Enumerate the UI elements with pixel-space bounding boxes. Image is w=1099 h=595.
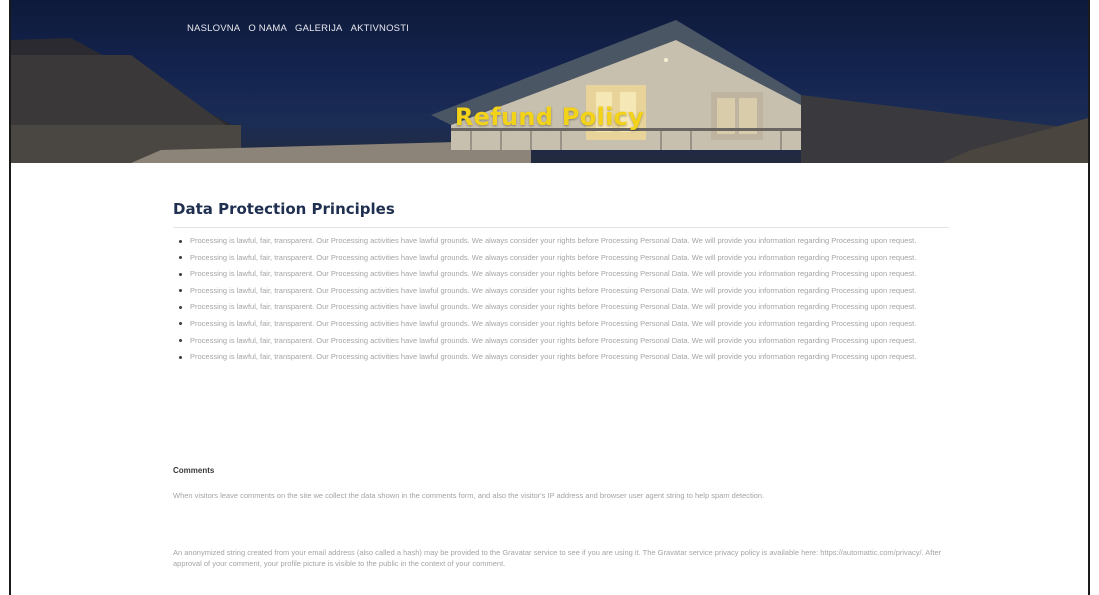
list-item: Processing is lawful, fair, transparent.… — [179, 286, 949, 297]
gravatar-paragraph: An anonymized string created from your e… — [173, 548, 942, 568]
list-item: Processing is lawful, fair, transparent.… — [179, 336, 949, 347]
section-divider — [173, 227, 949, 228]
nav-item-o-nama[interactable]: O NAMA — [248, 23, 287, 34]
nav-item-aktivnosti[interactable]: AKTIVNOSTI — [351, 23, 409, 34]
page-title: Refund Policy — [454, 103, 645, 132]
section-title: Data Protection Principles — [173, 200, 395, 218]
nav-item-naslovna[interactable]: NASLOVNA — [187, 23, 240, 34]
principles-list: Processing is lawful, fair, transparent.… — [173, 236, 949, 363]
main-content: Data Protection Principles Processing is… — [173, 200, 949, 369]
list-item: Processing is lawful, fair, transparent.… — [179, 352, 949, 363]
list-item: Processing is lawful, fair, transparent.… — [179, 319, 949, 330]
list-item: Processing is lawful, fair, transparent.… — [179, 302, 949, 313]
list-item: Processing is lawful, fair, transparent.… — [179, 269, 949, 280]
comments-heading: Comments — [173, 466, 215, 475]
nav-item-galerija[interactable]: GALERIJA — [295, 23, 343, 34]
hero-background-image — [11, 20, 1088, 163]
list-item: Processing is lawful, fair, transparent.… — [179, 236, 949, 247]
list-item: Processing is lawful, fair, transparent.… — [179, 253, 949, 264]
comments-paragraph: When visitors leave comments on the site… — [173, 491, 765, 500]
page-border-right — [1088, 0, 1090, 595]
hero-banner: NASLOVNA O NAMA GALERIJA AKTIVNOSTI Refu… — [11, 0, 1088, 163]
main-nav: NASLOVNA O NAMA GALERIJA AKTIVNOSTI — [187, 23, 409, 34]
